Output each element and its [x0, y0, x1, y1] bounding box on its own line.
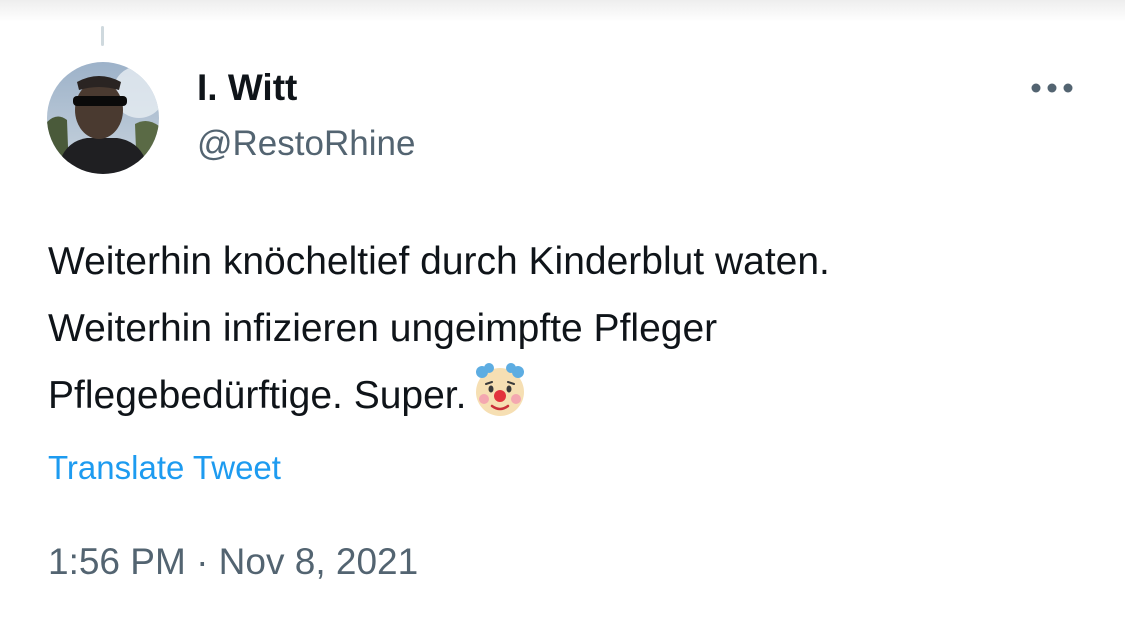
user-handle[interactable]: @RestoRhine — [197, 122, 415, 166]
display-name[interactable]: I. Witt — [197, 66, 297, 110]
clown-face-icon — [472, 362, 528, 439]
tweet-body: Weiterhin knöcheltief durch Kinderblut w… — [48, 240, 830, 417]
more-options-button[interactable] — [1026, 70, 1078, 106]
avatar[interactable] — [47, 62, 159, 174]
thread-connector-line — [101, 26, 104, 46]
translate-tweet-link[interactable]: Translate Tweet — [48, 448, 281, 488]
tweet-text: Weiterhin knöcheltief durch Kinderblut w… — [48, 228, 1098, 439]
avatar-photo — [47, 62, 159, 174]
more-horizontal-icon — [1031, 83, 1073, 93]
tweet-timestamp[interactable]: 1:56 PM · Nov 8, 2021 — [48, 540, 418, 584]
top-shadow — [0, 0, 1125, 22]
